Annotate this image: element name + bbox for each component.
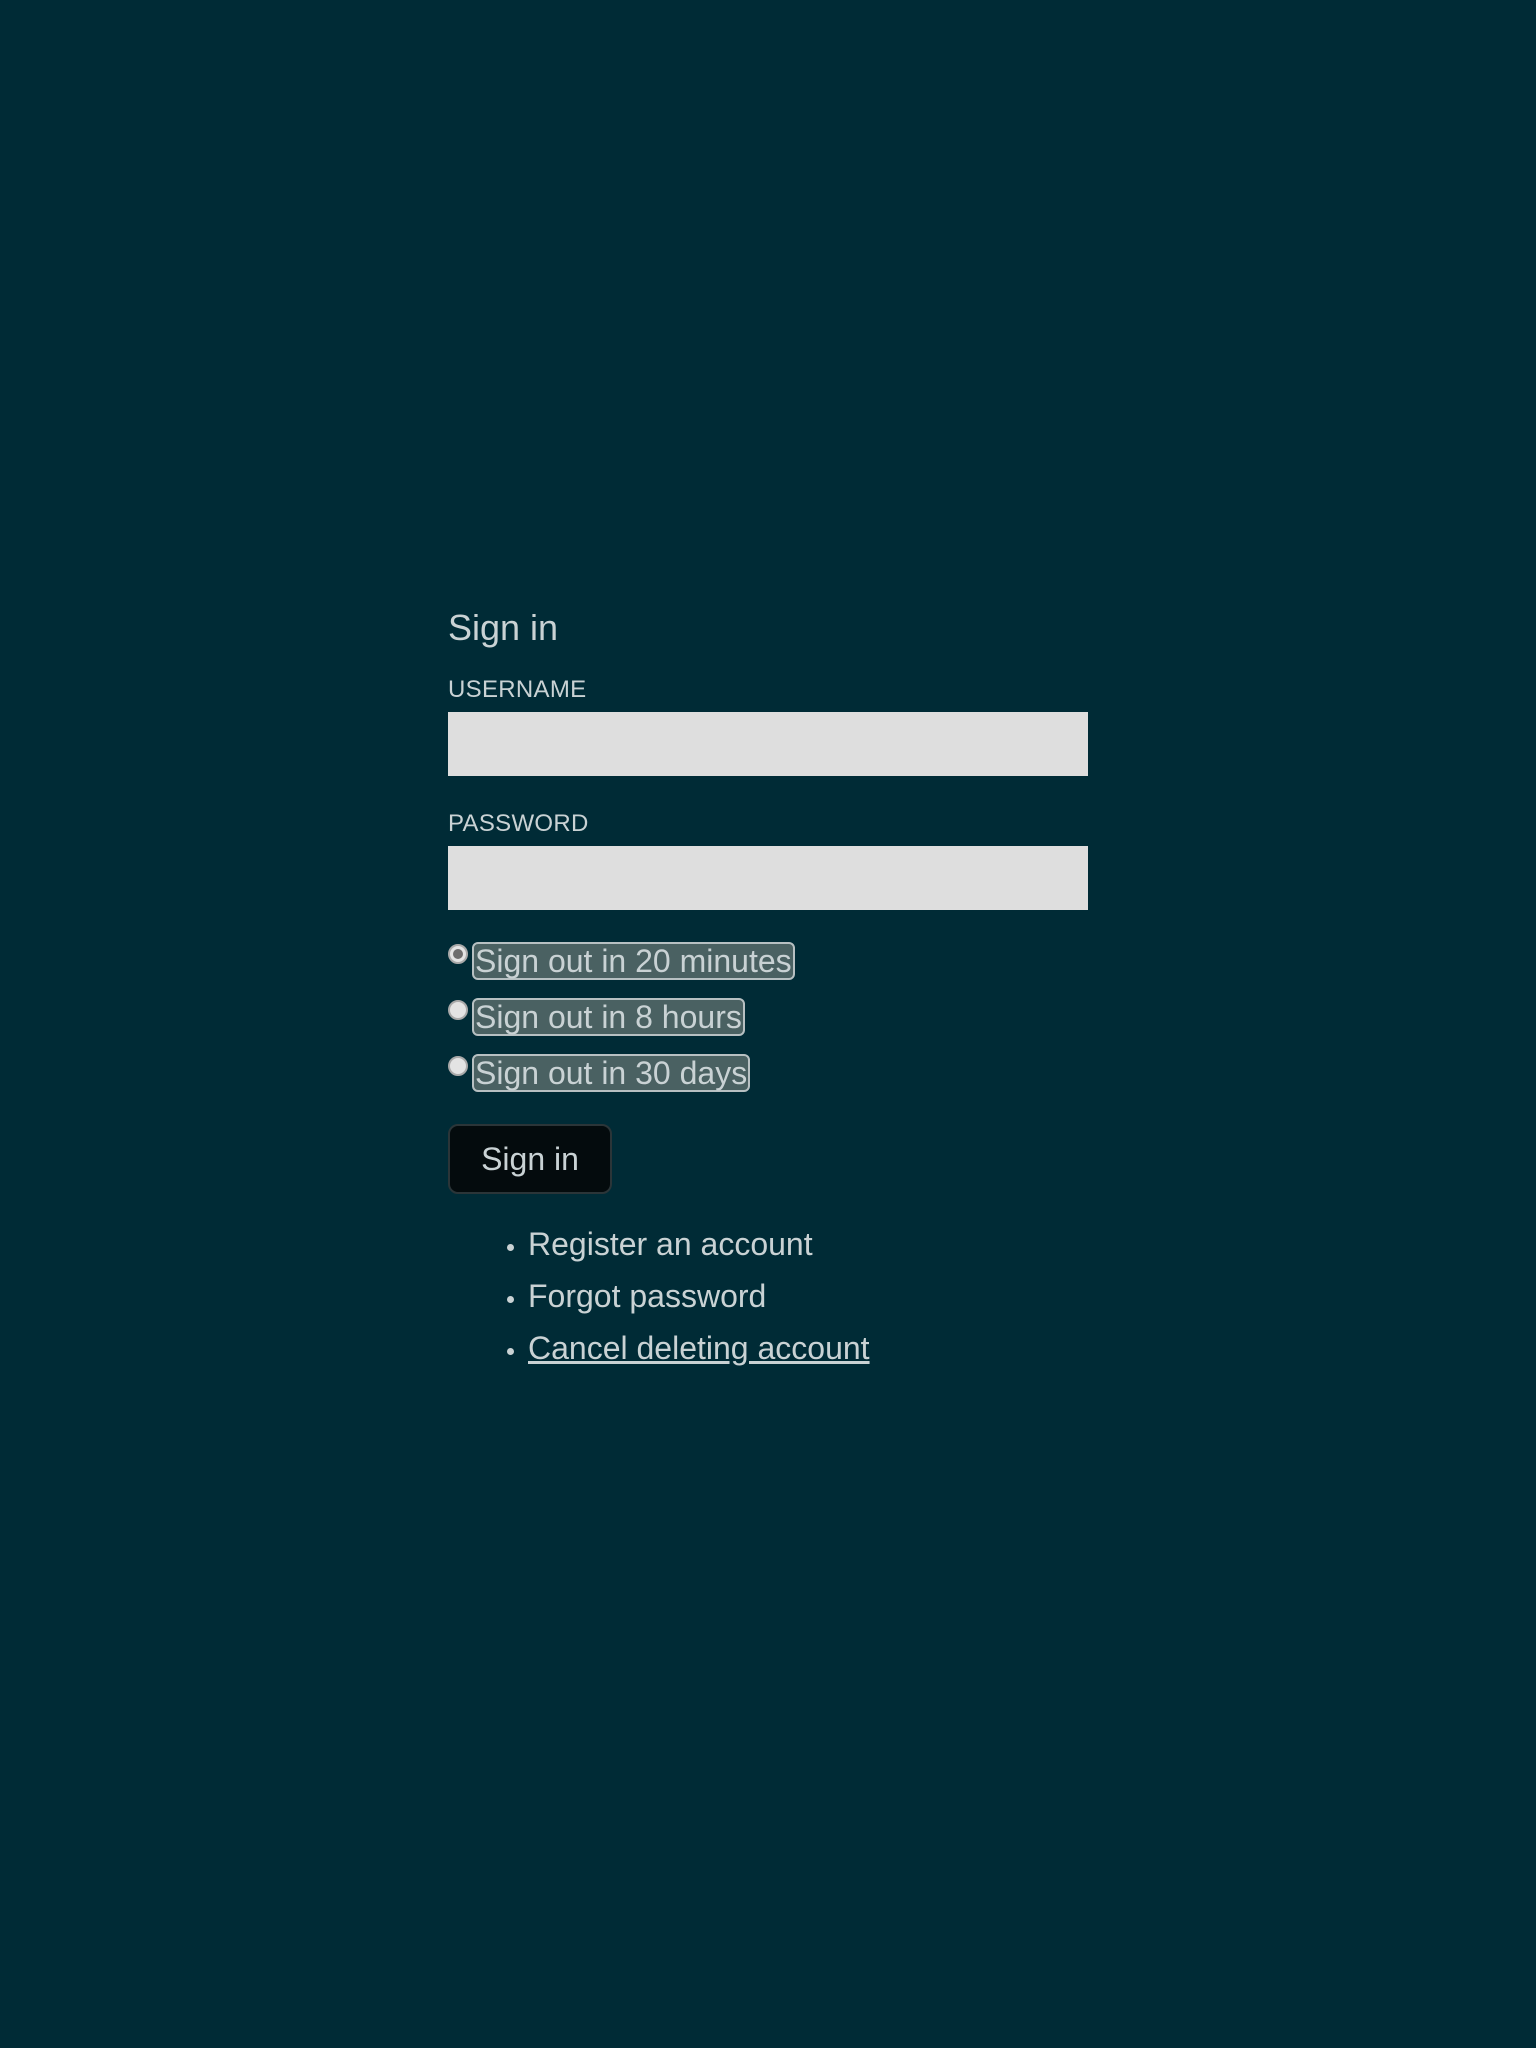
- forgot-password-link[interactable]: Forgot password: [528, 1278, 766, 1314]
- signin-form: Sign in USERNAME PASSWORD Sign out in 20…: [448, 600, 1088, 1374]
- radio-unchecked-icon[interactable]: [448, 1056, 468, 1076]
- username-input[interactable]: [448, 712, 1088, 776]
- account-links: Register an account Forgot password Canc…: [448, 1218, 1088, 1374]
- password-label: PASSWORD: [448, 810, 589, 837]
- list-item: Forgot password: [528, 1270, 1088, 1322]
- list-item: Cancel deleting account: [528, 1322, 1088, 1374]
- signout-option-8-hours[interactable]: Sign out in 8 hours: [448, 998, 1088, 1038]
- page-title: Sign in: [448, 607, 559, 648]
- signin-button[interactable]: Sign in: [448, 1124, 612, 1194]
- list-item: Register an account: [528, 1218, 1088, 1270]
- signout-option-30-days[interactable]: Sign out in 30 days: [448, 1054, 1088, 1094]
- signout-option-label[interactable]: Sign out in 30 days: [472, 1054, 751, 1092]
- signout-option-20-minutes[interactable]: Sign out in 20 minutes: [448, 942, 1088, 982]
- cancel-deleting-account-link[interactable]: Cancel deleting account: [528, 1330, 870, 1366]
- signout-option-label[interactable]: Sign out in 20 minutes: [472, 942, 795, 980]
- register-account-link[interactable]: Register an account: [528, 1226, 813, 1262]
- signout-options: Sign out in 20 minutes Sign out in 8 hou…: [448, 942, 1088, 1094]
- radio-checked-icon[interactable]: [448, 944, 468, 964]
- username-label: USERNAME: [448, 676, 587, 703]
- password-input[interactable]: [448, 846, 1088, 910]
- radio-unchecked-icon[interactable]: [448, 1000, 468, 1020]
- signout-option-label[interactable]: Sign out in 8 hours: [472, 998, 745, 1036]
